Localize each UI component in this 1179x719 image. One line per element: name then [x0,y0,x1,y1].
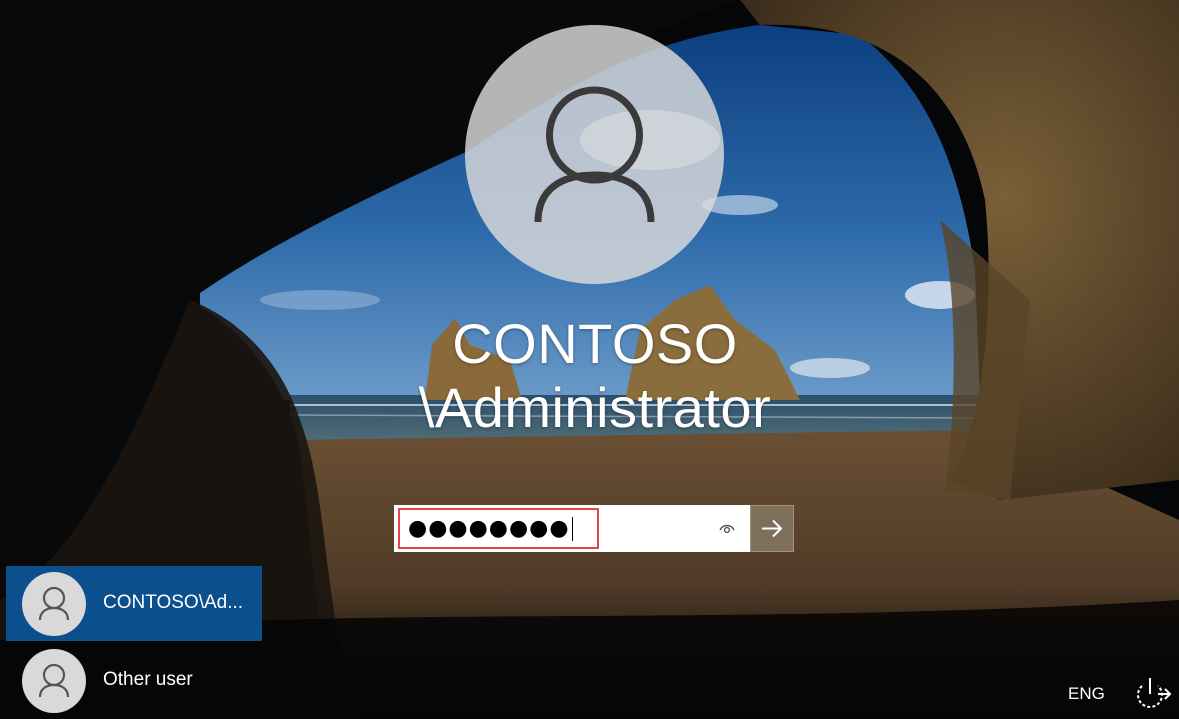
eye-icon [719,524,735,534]
user-icon [534,86,655,223]
password-box: ●●●●●●●● [394,505,794,552]
user-tile-other-user[interactable]: Other user [6,643,262,718]
ease-of-access-button[interactable] [1128,672,1174,716]
user-tile-contoso-admin[interactable]: CONTOSO\Ad... [6,566,262,641]
arrow-right-icon [762,519,783,538]
user-tile-label: Other user [103,669,193,690]
submit-button[interactable] [750,505,794,552]
account-domain: CONTOSO [452,312,738,375]
password-input[interactable]: ●●●●●●●● [398,508,599,549]
user-tile-label: CONTOSO\Ad... [103,592,244,613]
account-user: \Administrator [418,376,772,439]
user-icon [38,663,70,698]
text-caret [571,517,573,541]
reveal-password-button[interactable] [712,513,742,543]
password-mask: ●●●●●●●● [408,516,570,541]
avatar [22,649,86,713]
avatar [22,572,86,636]
input-language-button[interactable]: ENG [1068,684,1105,704]
user-avatar [465,25,724,284]
ease-of-access-icon [1137,678,1172,708]
account-name: CONTOSO \Administrator [340,312,850,440]
lock-screen: CONTOSO \Administrator ●●●●●●●● CONTOSO\… [0,0,1179,719]
user-icon [38,586,70,621]
